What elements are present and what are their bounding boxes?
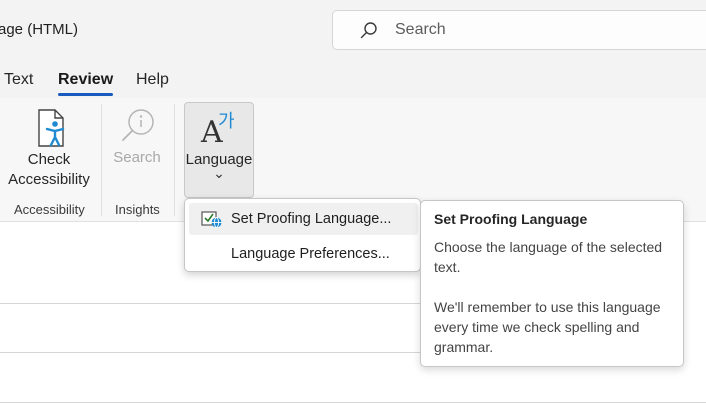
menu-item-label: Set Proofing Language... xyxy=(231,211,392,227)
search-icon xyxy=(360,22,377,39)
menu-item-set-proofing-language[interactable]: Set Proofing Language... xyxy=(189,203,418,235)
language-icon: A 가 xyxy=(201,109,241,150)
document-gridline xyxy=(0,303,420,304)
tab-help[interactable]: Help xyxy=(136,71,169,89)
menu-item-label: Language Preferences... xyxy=(231,246,390,262)
tooltip: Set Proofing Language Choose the languag… xyxy=(420,200,684,367)
tab-text[interactable]: Text xyxy=(4,71,33,89)
language-button[interactable]: A 가 Language ⌄ xyxy=(184,102,254,198)
language-icon-hangul: 가 xyxy=(218,111,235,132)
check-accessibility-line1: Check xyxy=(27,151,71,168)
group-label-accessibility: Accessibility xyxy=(14,202,85,217)
active-tab-indicator xyxy=(58,93,113,96)
check-accessibility-line2: Accessibility xyxy=(8,171,90,188)
title-bar: age (HTML) Search xyxy=(0,0,706,62)
group-separator xyxy=(174,104,175,216)
group-separator xyxy=(101,104,102,216)
proofing-language-icon xyxy=(201,211,222,228)
check-accessibility-button[interactable]: Check Accessibility xyxy=(4,104,94,196)
menu-item-language-preferences[interactable]: Language Preferences... xyxy=(189,238,418,270)
language-dropdown-menu: Set Proofing Language... Language Prefer… xyxy=(184,198,421,272)
tab-review[interactable]: Review xyxy=(58,71,113,89)
tooltip-description: Choose the language of the selected text… xyxy=(434,239,663,275)
insights-search-label: Search xyxy=(113,149,161,166)
insights-search-button[interactable]: Search xyxy=(108,104,166,174)
search-input[interactable]: Search xyxy=(395,21,446,39)
search-insight-icon xyxy=(122,109,154,141)
window-title: age (HTML) xyxy=(0,21,79,38)
document-gridline xyxy=(0,352,420,353)
accessibility-checker-icon xyxy=(38,109,65,147)
group-label-insights: Insights xyxy=(115,202,160,217)
tooltip-title: Set Proofing Language xyxy=(434,211,588,227)
search-box[interactable]: Search xyxy=(332,10,706,50)
document-gridline xyxy=(0,402,706,403)
tooltip-note: We'll remember to use this language ever… xyxy=(434,299,661,355)
chevron-down-icon: ⌄ xyxy=(213,165,225,181)
